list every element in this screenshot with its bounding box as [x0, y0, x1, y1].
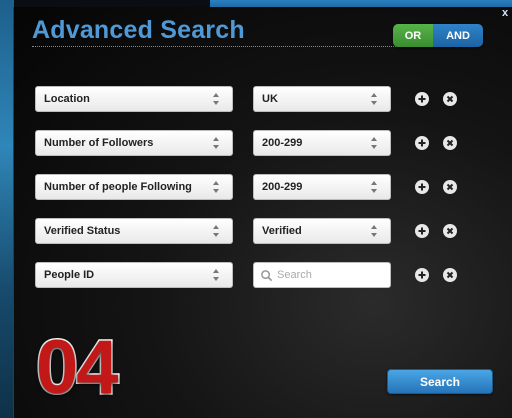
- value-select-label: 200-299: [262, 181, 303, 193]
- people-id-search-field[interactable]: [253, 262, 391, 288]
- value-select-following[interactable]: 200-299: [253, 174, 391, 200]
- people-id-search-input[interactable]: [273, 268, 379, 282]
- criteria-row-followers: Number of Followers 200-299: [14, 130, 512, 156]
- or-and-toggle[interactable]: OR AND: [393, 24, 483, 47]
- add-row-button[interactable]: [415, 180, 429, 194]
- advanced-search-dialog: Advanced Search OR AND x Location UK Num…: [13, 7, 512, 418]
- field-select-verified[interactable]: Verified Status: [35, 218, 233, 244]
- field-select-label: Number of Followers: [44, 137, 154, 149]
- field-select-following[interactable]: Number of people Following: [35, 174, 233, 200]
- add-row-button[interactable]: [415, 268, 429, 282]
- remove-row-button[interactable]: [443, 136, 457, 150]
- updown-arrows-icon: [371, 225, 377, 237]
- x-icon: [446, 227, 454, 235]
- add-row-button[interactable]: [415, 92, 429, 106]
- criteria-row-people-id: People ID: [14, 262, 512, 288]
- updown-arrows-icon: [213, 269, 219, 281]
- criteria-row-following: Number of people Following 200-299: [14, 174, 512, 200]
- value-select-verified[interactable]: Verified: [253, 218, 391, 244]
- x-icon: [446, 183, 454, 191]
- close-button[interactable]: x: [498, 7, 512, 19]
- updown-arrows-icon: [213, 93, 219, 105]
- criteria-row-verified: Verified Status Verified: [14, 218, 512, 244]
- value-select-label: 200-299: [262, 137, 303, 149]
- plus-icon: [418, 227, 426, 235]
- plus-icon: [418, 95, 426, 103]
- updown-arrows-icon: [371, 181, 377, 193]
- background-left-edge: [0, 0, 14, 418]
- field-select-label: Number of people Following: [44, 181, 192, 193]
- value-select-location[interactable]: UK: [253, 86, 391, 112]
- title-divider: [32, 46, 408, 47]
- field-select-followers[interactable]: Number of Followers: [35, 130, 233, 156]
- search-button[interactable]: Search: [387, 369, 493, 394]
- remove-row-button[interactable]: [443, 224, 457, 238]
- remove-row-button[interactable]: [443, 180, 457, 194]
- magnifier-icon: [261, 269, 273, 281]
- updown-arrows-icon: [213, 137, 219, 149]
- plus-icon: [418, 271, 426, 279]
- field-select-people-id[interactable]: People ID: [35, 262, 233, 288]
- x-icon: [446, 95, 454, 103]
- value-select-label: Verified: [262, 225, 302, 237]
- updown-arrows-icon: [371, 93, 377, 105]
- remove-row-button[interactable]: [443, 268, 457, 282]
- add-row-button[interactable]: [415, 136, 429, 150]
- plus-icon: [418, 139, 426, 147]
- updown-arrows-icon: [371, 137, 377, 149]
- plus-icon: [418, 183, 426, 191]
- criteria-row-location: Location UK: [14, 86, 512, 112]
- and-toggle-button[interactable]: AND: [433, 24, 483, 47]
- updown-arrows-icon: [213, 181, 219, 193]
- field-select-location[interactable]: Location: [35, 86, 233, 112]
- field-select-label: Verified Status: [44, 225, 121, 237]
- dialog-title: Advanced Search: [32, 16, 245, 44]
- add-row-button[interactable]: [415, 224, 429, 238]
- field-select-label: Location: [44, 93, 90, 105]
- x-icon: [446, 139, 454, 147]
- remove-row-button[interactable]: [443, 92, 457, 106]
- or-toggle-button[interactable]: OR: [393, 24, 433, 47]
- value-select-label: UK: [262, 93, 278, 105]
- updown-arrows-icon: [213, 225, 219, 237]
- step-number-badge: 04: [35, 325, 121, 410]
- field-select-label: People ID: [44, 269, 95, 281]
- value-select-followers[interactable]: 200-299: [253, 130, 391, 156]
- x-icon: [446, 271, 454, 279]
